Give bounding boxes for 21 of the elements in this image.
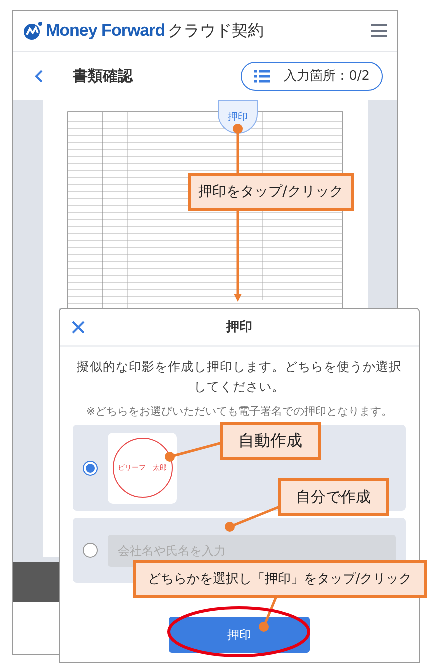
leader-line bbox=[165, 442, 222, 462]
callout-label: 自動作成 bbox=[220, 422, 321, 460]
callout-label: 自分で作成 bbox=[278, 478, 389, 516]
radio-button[interactable] bbox=[83, 543, 98, 558]
brand-name: Money Forward bbox=[46, 21, 166, 41]
back-icon[interactable] bbox=[35, 70, 43, 82]
list-icon bbox=[254, 70, 270, 82]
logo-icon bbox=[23, 21, 43, 41]
stamp-submit-button[interactable]: 押印 bbox=[169, 617, 310, 653]
input-counter-button[interactable]: 入力箇所：0/2 bbox=[241, 62, 383, 90]
callout-label: 押印をタップ/クリック bbox=[188, 173, 354, 211]
dialog-description: 擬似的な印影を作成し押印します。どちらを使うか選択してください。 bbox=[76, 358, 403, 396]
menu-icon[interactable] bbox=[371, 24, 387, 38]
leader-line bbox=[259, 598, 278, 632]
page-title: 書類確認 bbox=[73, 66, 134, 86]
close-icon[interactable] bbox=[72, 321, 85, 334]
product-name: クラウド契約 bbox=[168, 20, 264, 42]
dialog-title: 押印 bbox=[226, 319, 252, 336]
dialog-note: ※どちらをお選びいただいても電子署名での押印となります。 bbox=[86, 404, 393, 419]
radio-button[interactable] bbox=[83, 460, 98, 476]
callout-label: どちらかを選択し「押印」をタップ/クリック bbox=[133, 560, 427, 598]
